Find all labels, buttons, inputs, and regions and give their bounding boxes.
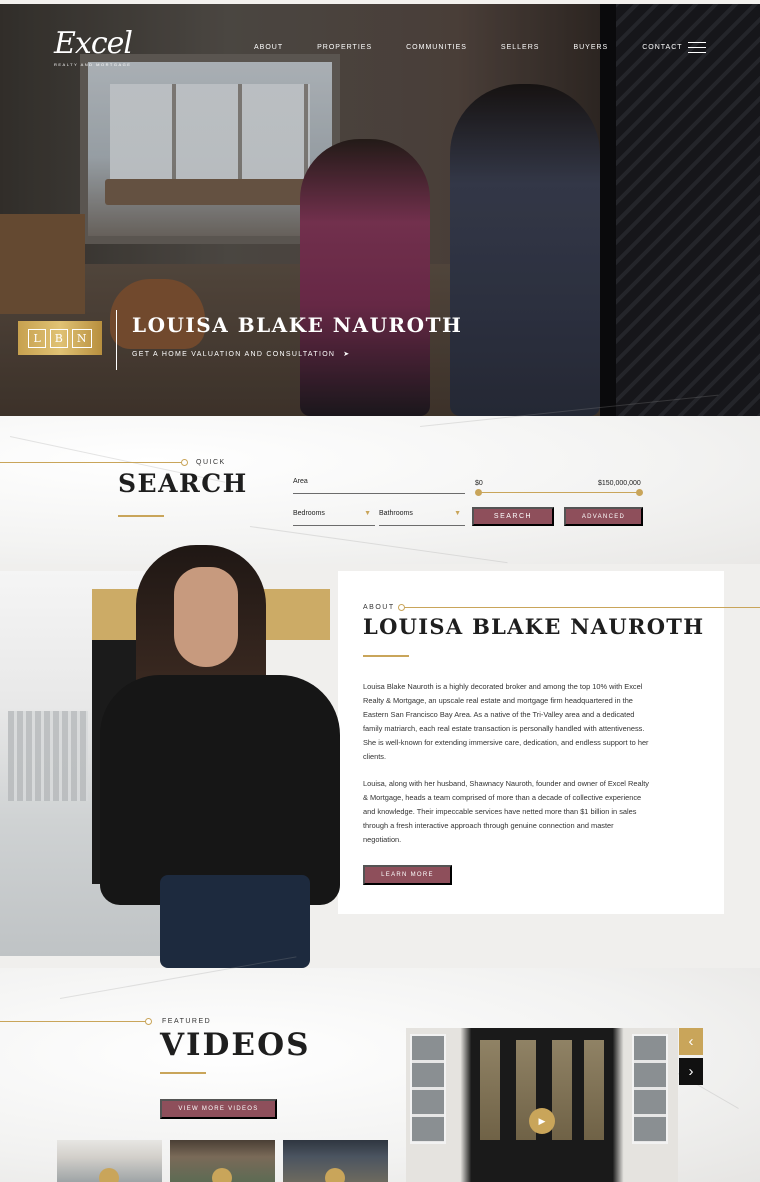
view-more-videos-button[interactable]: VIEW MORE VIDEOS [160, 1099, 277, 1119]
price-range-track[interactable] [478, 492, 639, 493]
area-input[interactable]: Area [293, 478, 465, 494]
search-accent-dot [181, 459, 188, 466]
video-frame-door-glass [552, 1040, 572, 1140]
play-icon[interactable]: ▶ [529, 1108, 555, 1134]
about-accent-line [404, 607, 760, 608]
play-icon[interactable] [325, 1168, 345, 1182]
nav-contact[interactable]: CONTACT [642, 44, 682, 51]
price-min-label: $0 [475, 480, 483, 487]
badge-letter: N [71, 328, 92, 348]
bathrooms-select[interactable]: Bathrooms ▼ [379, 510, 465, 526]
price-range-max-handle[interactable] [636, 489, 643, 496]
videos-accent-line [0, 1021, 146, 1022]
badge-letter: L [28, 328, 46, 348]
videos-title: VIDEOS [160, 1027, 311, 1063]
hero-title: LOUISA BLAKE NAUROTH [132, 313, 463, 337]
video-thumbnail[interactable] [283, 1140, 388, 1182]
bedrooms-select-label: Bedrooms [293, 510, 325, 517]
portrait-sweater [100, 675, 340, 905]
about-paragraph-1: Louisa Blake Nauroth is a highly decorat… [363, 682, 649, 761]
portrait-face [174, 567, 238, 667]
play-icon[interactable] [99, 1168, 119, 1182]
arrow-right-icon: ➤ [343, 351, 351, 358]
nav-buyers[interactable]: BUYERS [573, 44, 608, 51]
agent-portrait [96, 545, 346, 968]
main-nav: ABOUT PROPERTIES COMMUNITIES SELLERS BUY… [254, 44, 683, 51]
featured-video-player[interactable]: ▶ [406, 1028, 678, 1182]
advanced-search-button[interactable]: ADVANCED [564, 507, 643, 526]
about-kicker: ABOUT [363, 604, 395, 611]
search-button[interactable]: SEARCH [472, 507, 554, 526]
badge-letter: B [49, 328, 68, 348]
video-thumbnail[interactable] [57, 1140, 162, 1182]
nav-properties[interactable]: PROPERTIES [317, 44, 372, 51]
about-title: LOUISA BLAKE NAUROTH [363, 614, 705, 639]
hero-cta-link[interactable]: GET A HOME VALUATION AND CONSULTATION ➤ [132, 350, 351, 359]
videos-kicker: FEATURED [162, 1018, 212, 1025]
videos-accent-dot [145, 1018, 152, 1025]
search-title: SEARCH [118, 469, 248, 498]
lbn-badge: L B N [18, 321, 102, 355]
bathrooms-select-label: Bathrooms [379, 510, 413, 517]
videos-title-underline [160, 1072, 206, 1074]
nav-about[interactable]: ABOUT [254, 44, 283, 51]
portrait-jeans [160, 875, 310, 968]
caret-down-icon: ▼ [454, 510, 461, 517]
logo-wordmark: Excel [54, 26, 133, 61]
video-frame-door-glass [584, 1040, 604, 1140]
hero-cta-label: GET A HOME VALUATION AND CONSULTATION [132, 350, 336, 358]
caret-down-icon: ▼ [364, 510, 371, 517]
menu-icon[interactable] [688, 42, 706, 54]
video-frame-window [632, 1034, 668, 1144]
search-accent-line [0, 462, 184, 463]
chevron-left-icon[interactable]: ‹ [679, 1028, 703, 1055]
video-frame-window [410, 1034, 446, 1144]
search-title-underline [118, 515, 164, 517]
search-kicker: QUICK [196, 459, 226, 466]
price-max-label: $150,000,000 [598, 480, 641, 487]
nav-communities[interactable]: COMMUNITIES [406, 44, 467, 51]
about-paragraph-2: Louisa, along with her husband, Shawnacy… [363, 779, 649, 844]
video-thumbnail[interactable] [170, 1140, 275, 1182]
learn-more-button[interactable]: LEARN MORE [363, 865, 452, 885]
area-input-label: Area [293, 478, 308, 485]
video-frame-door-glass [480, 1040, 500, 1140]
price-range-min-handle[interactable] [475, 489, 482, 496]
brand-logo[interactable]: Excel REALTY AND MORTGAGE [54, 26, 133, 68]
chevron-right-icon[interactable]: › [679, 1058, 703, 1085]
bedrooms-select[interactable]: Bedrooms ▼ [293, 510, 375, 526]
hero-divider [116, 310, 117, 370]
play-icon[interactable] [212, 1168, 232, 1182]
city-buildings-image [8, 711, 88, 801]
about-title-underline [363, 655, 409, 657]
logo-tagline: REALTY AND MORTGAGE [54, 62, 132, 67]
nav-sellers[interactable]: SELLERS [501, 44, 540, 51]
